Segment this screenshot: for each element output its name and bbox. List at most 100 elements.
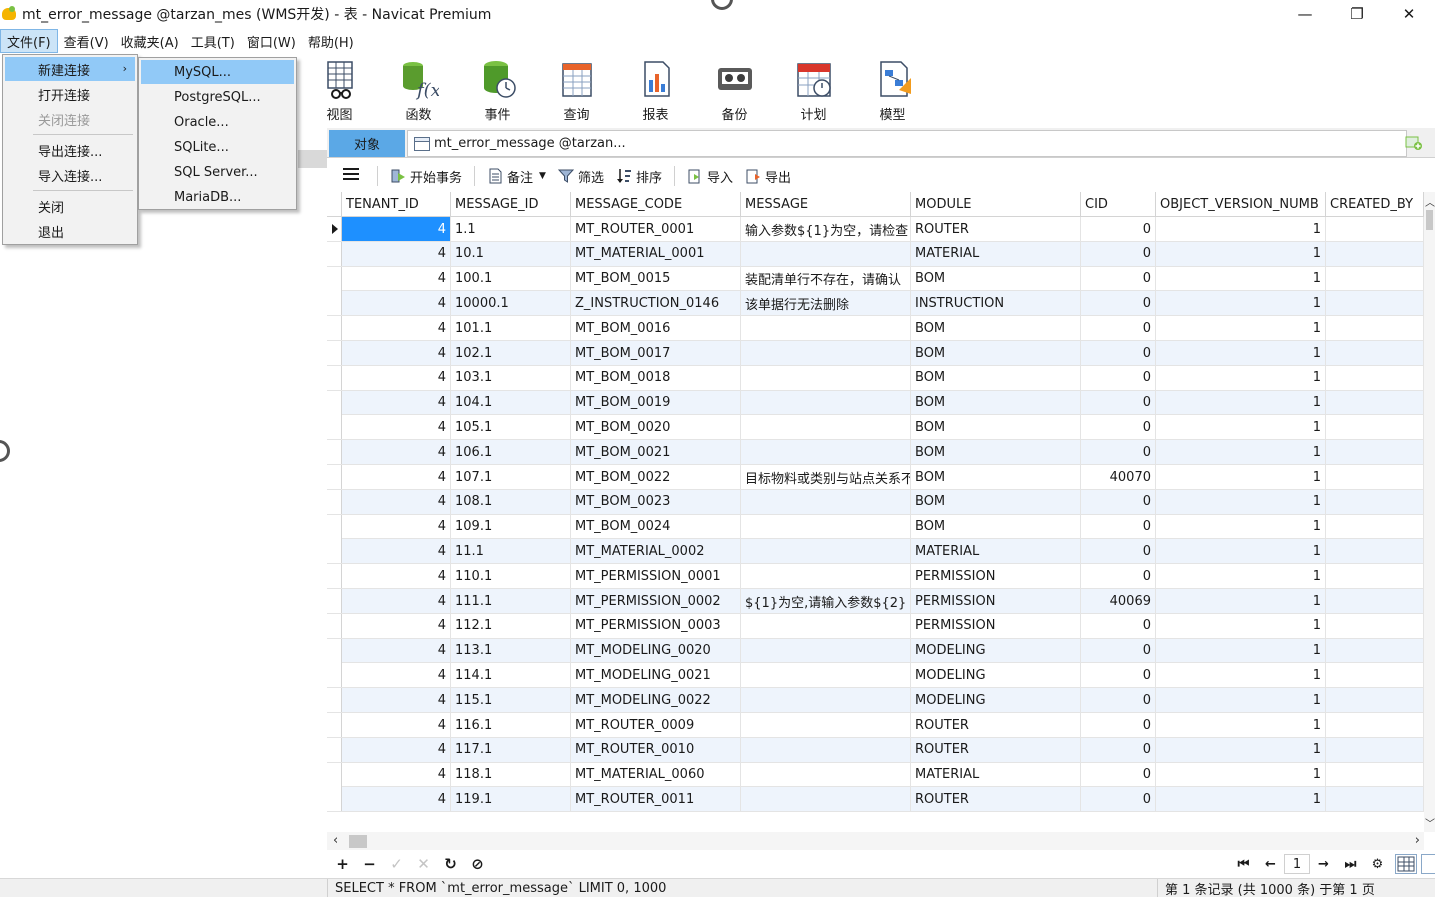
cell-object-version-numb[interactable]: 1 [1156,390,1326,415]
cell-module[interactable]: BOM [911,365,1081,390]
cell-module[interactable]: MODELING [911,688,1081,713]
cell-message[interactable]: 该单据行无法删除 [741,291,911,316]
cell-object-version-numb[interactable]: 1 [1156,291,1326,316]
row-indicator[interactable] [327,266,342,291]
add-record-button[interactable]: + [329,853,356,875]
cell-module[interactable]: PERMISSION [911,613,1081,638]
toolbar-schedule-button[interactable]: 计划 [774,56,853,126]
cell-created-by[interactable] [1326,415,1424,440]
cell-created-by[interactable] [1326,291,1424,316]
scroll-left-icon[interactable]: ‹ [333,833,338,848]
form-view-icon[interactable] [1421,854,1435,874]
cell-message-code[interactable]: MT_MATERIAL_0060 [571,762,741,787]
cell-message-code[interactable]: MT_MODELING_0020 [571,638,741,663]
table-row[interactable]: 4 1.1 MT_ROUTER_0001 输入参数${1}为空，请检查! ROUTER 0… [327,217,1424,242]
cell-object-version-numb[interactable]: 1 [1156,663,1326,688]
cell-object-version-numb[interactable]: 1 [1156,266,1326,291]
cell-cid[interactable]: 0 [1081,737,1156,762]
cell-cid[interactable]: 0 [1081,688,1156,713]
table-row[interactable]: 4 103.1 MT_BOM_0018 BOM 0 1 [327,365,1424,391]
cell-cid[interactable]: 0 [1081,415,1156,440]
cell-created-by[interactable] [1326,241,1424,266]
tab-table-mt-error-message[interactable]: mt_error_message @tarzan... [407,130,1407,157]
cell-message-id[interactable]: 105.1 [451,415,571,440]
cell-tenant-id[interactable]: 4 [342,415,451,440]
cell-message-id[interactable]: 102.1 [451,341,571,365]
table-row[interactable]: 4 105.1 MT_BOM_0020 BOM 0 1 [327,415,1424,441]
toolbar-backup-button[interactable]: 备份 [695,56,774,126]
menu-file[interactable]: 文件(F) [0,29,58,53]
cell-cid[interactable]: 0 [1081,266,1156,291]
cell-cid[interactable]: 0 [1081,539,1156,564]
grid-view-icon[interactable] [1395,854,1417,874]
cell-object-version-numb[interactable]: 1 [1156,688,1326,713]
file-menu-exit[interactable]: 退出 [5,219,135,243]
memo-dropdown-icon[interactable]: ▼ [539,171,546,181]
table-row[interactable]: 4 113.1 MT_MODELING_0020 MODELING 0 1 [327,638,1424,664]
cell-message[interactable]: 装配清单行不存在，请确认 [741,266,911,291]
cell-message[interactable] [741,613,911,638]
cell-message[interactable] [741,787,911,812]
cell-created-by[interactable] [1326,787,1424,812]
cell-tenant-id[interactable]: 4 [342,737,451,762]
previous-page-button[interactable]: ← [1257,853,1284,875]
row-indicator[interactable] [327,589,342,613]
cell-created-by[interactable] [1326,539,1424,564]
cell-message[interactable] [741,241,911,266]
row-indicator[interactable] [327,341,342,365]
import-button[interactable]: 导入 [687,167,733,186]
new-connection-mariadb[interactable]: MariaDB... [141,185,294,209]
column-header-message-id[interactable]: MESSAGE_ID [451,192,571,217]
table-row[interactable]: 4 112.1 MT_PERMISSION_0003 PERMISSION 0 1 [327,613,1424,639]
cell-object-version-numb[interactable]: 1 [1156,787,1326,812]
cell-created-by[interactable] [1326,713,1424,737]
memo-button[interactable]: 备注 ▼ [487,167,546,186]
cell-created-by[interactable] [1326,440,1424,465]
cell-module[interactable]: ROUTER [911,217,1081,241]
menu-favorites[interactable]: 收藏夹(A) [115,29,185,53]
cell-tenant-id[interactable]: 4 [342,713,451,737]
table-row[interactable]: 4 104.1 MT_BOM_0019 BOM 0 1 [327,390,1424,416]
cell-message[interactable] [741,514,911,539]
cell-module[interactable]: ROUTER [911,713,1081,737]
file-menu-import-connections[interactable]: 导入连接... [5,163,135,187]
cell-tenant-id[interactable]: 4 [342,489,451,514]
cell-message-code[interactable]: MT_PERMISSION_0002 [571,589,741,613]
cell-module[interactable]: BOM [911,514,1081,539]
cell-cid[interactable]: 0 [1081,217,1156,241]
cell-cid[interactable]: 0 [1081,663,1156,688]
cell-module[interactable]: BOM [911,440,1081,465]
cell-module[interactable]: BOM [911,465,1081,489]
toolbar-report-button[interactable]: 报表 [616,56,695,126]
cell-module[interactable]: MODELING [911,638,1081,663]
cell-tenant-id[interactable]: 4 [342,266,451,291]
cell-module[interactable]: MATERIAL [911,539,1081,564]
next-page-button[interactable]: → [1310,853,1337,875]
export-button[interactable]: 导出 [745,167,791,186]
cell-message[interactable] [741,316,911,341]
cell-tenant-id[interactable]: 4 [342,762,451,787]
row-indicator[interactable] [327,241,342,266]
row-indicator[interactable] [327,365,342,390]
cell-created-by[interactable] [1326,514,1424,539]
cell-created-by[interactable] [1326,465,1424,489]
cell-tenant-id[interactable]: 4 [342,688,451,713]
cell-message-code[interactable]: MT_BOM_0016 [571,316,741,341]
close-button[interactable]: ✕ [1383,0,1435,27]
table-row[interactable]: 4 108.1 MT_BOM_0023 BOM 0 1 [327,489,1424,515]
cell-message[interactable] [741,341,911,365]
cell-created-by[interactable] [1326,341,1424,365]
cell-object-version-numb[interactable]: 1 [1156,217,1326,241]
cell-tenant-id[interactable]: 4 [342,787,451,812]
sort-button[interactable]: 排序 [616,167,662,186]
table-row[interactable]: 4 119.1 MT_ROUTER_0011 ROUTER 0 1 [327,787,1424,812]
row-indicator[interactable] [327,514,342,539]
row-indicator[interactable] [327,489,342,514]
row-indicator[interactable] [327,465,342,489]
cell-created-by[interactable] [1326,564,1424,589]
last-page-button[interactable]: ⏭ [1337,853,1364,875]
row-indicator[interactable] [327,613,342,638]
cell-cid[interactable]: 40069 [1081,589,1156,613]
cell-cid[interactable]: 0 [1081,762,1156,787]
cell-cid[interactable]: 0 [1081,489,1156,514]
